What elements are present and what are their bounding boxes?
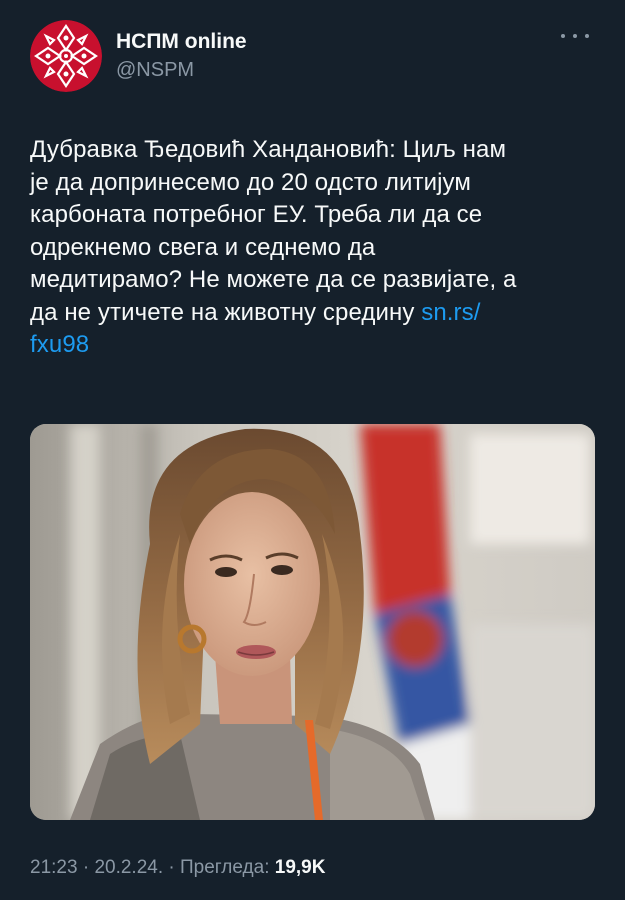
tweet-line: да не утичете на животну средину [30,298,422,326]
views-label: Прегледа: [180,857,275,878]
tweet-date[interactable]: 20.2.24. [94,857,163,878]
dot [573,34,577,38]
author-names: НСПМ online @NSPM [116,30,247,82]
tweet-line: је да допринесемо до 20 одсто литијум [30,168,471,196]
display-name[interactable]: НСПМ online [116,30,247,54]
tweet-footer: 21:23 · 20.2.24. · Прегледа: 19,9K [30,856,325,880]
tweet-line: медитирамо? Не можете да се развијате, а [30,266,517,293]
tweet-line: карбоната потребног ЕУ. Треба ли да се [30,201,483,228]
views-count: 19,9K [274,857,326,878]
tweet-line: Дубравка Ђедовић Хандановић: Циљ нам [30,136,507,163]
red-ornament-logo-icon [30,20,102,92]
user-handle[interactable]: @NSPM [116,58,247,82]
tweet-text: Дубравка Ђедовић Хандановић: Циљ нам је … [30,134,600,362]
separator: · [77,857,95,878]
tweet-header: НСПМ online @NSPM [30,20,595,100]
tweet-card: НСПМ online @NSPM Дубравка Ђедовић Ханда… [0,0,625,900]
tweet-time[interactable]: 21:23 [30,857,78,878]
tweet-line: одрекнемо свега и седнемо да [30,233,376,261]
dot [585,34,589,38]
more-dots-icon[interactable] [561,26,589,46]
separator: · [163,857,180,878]
portrait-photo-icon [30,424,595,820]
dot [561,34,565,38]
tweet-photo[interactable] [30,424,595,820]
avatar[interactable] [30,20,102,92]
